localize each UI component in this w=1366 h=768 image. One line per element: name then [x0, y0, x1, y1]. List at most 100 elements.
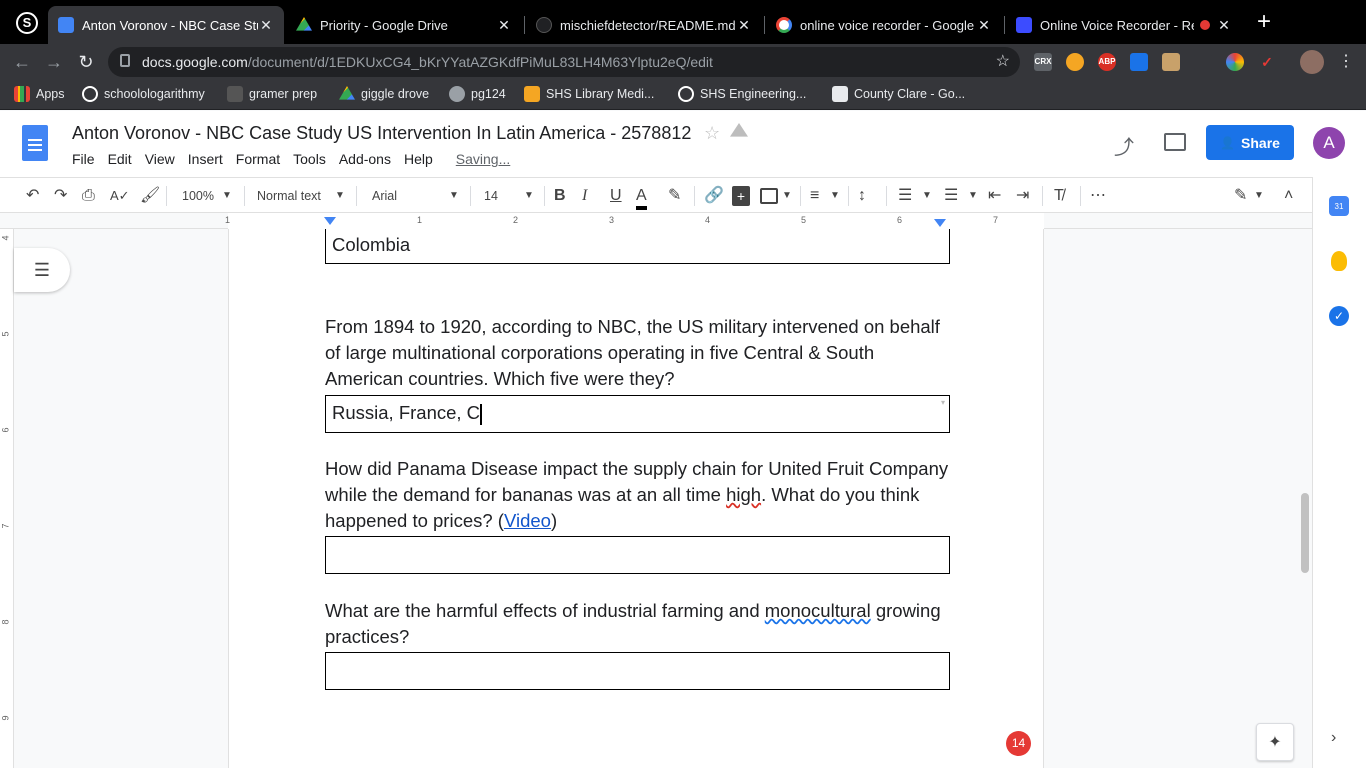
print-icon[interactable]: ⎙ [82, 186, 95, 206]
more-icon[interactable]: ⋯ [1090, 186, 1106, 206]
chevron-down-icon[interactable]: ▼ [524, 186, 534, 206]
bold-icon[interactable]: B [554, 186, 566, 206]
insert-image-icon[interactable] [760, 188, 778, 204]
chevron-down-icon[interactable]: ▼ [1254, 186, 1264, 206]
document-page[interactable]: Colombia From 1894 to 1920, according to… [228, 229, 1044, 768]
account-avatar[interactable]: A [1313, 127, 1345, 159]
menu-addons[interactable]: Add-ons [339, 151, 391, 167]
question-paragraph[interactable]: From 1894 to 1920, according to NBC, the… [325, 314, 951, 392]
bookmark-item[interactable]: County Clare - Go... [832, 86, 965, 102]
keep-icon[interactable] [1331, 251, 1347, 271]
menu-kebab-icon[interactable]: ⋮ [1336, 50, 1356, 74]
adblock-extension-icon[interactable]: ABP [1098, 53, 1116, 71]
bookmark-item[interactable]: SHS Library Medi... [524, 86, 654, 102]
close-icon[interactable]: ✕ [258, 17, 274, 34]
bookmark-item[interactable]: pg124 [449, 86, 506, 102]
tab-github[interactable]: mischiefdetector/README.md ✕ [526, 6, 762, 44]
numbered-list-icon[interactable]: ☰ [898, 186, 912, 206]
share-button[interactable]: 👤 Share [1206, 125, 1294, 160]
address-bar[interactable]: docs.google.com/document/d/1EDKUxCG4_bKr… [108, 47, 1020, 77]
editing-mode-icon[interactable]: ✎ [1234, 186, 1247, 206]
line-spacing-icon[interactable]: ↕ [858, 186, 866, 206]
style-select[interactable]: Normal text [257, 186, 321, 206]
question-paragraph[interactable]: How did Panama Disease impact the supply… [325, 456, 951, 534]
menu-edit[interactable]: Edit [108, 151, 132, 167]
activity-trend-icon[interactable]: ⤴ [1114, 131, 1134, 160]
check-extension-icon[interactable]: ✓ [1258, 53, 1276, 71]
back-icon[interactable]: ← [10, 50, 34, 74]
chevron-down-icon[interactable]: ▼ [335, 186, 345, 206]
font-size-select[interactable]: 14 [484, 186, 498, 206]
comment-count-badge[interactable]: 14 [1006, 731, 1031, 756]
menu-format[interactable]: Format [236, 151, 280, 167]
paint-format-icon[interactable]: 🖌 [140, 186, 160, 206]
reload-icon[interactable]: ↻ [74, 50, 98, 74]
bookmark-item[interactable]: SHS Engineering... [678, 86, 806, 102]
decrease-indent-icon[interactable]: ⇤ [988, 186, 1001, 206]
tasks-icon[interactable]: ✓ [1329, 306, 1349, 326]
increase-indent-icon[interactable]: ⇥ [1016, 186, 1029, 206]
profile-s-icon[interactable]: S [16, 12, 38, 34]
forward-icon[interactable]: → [42, 50, 66, 74]
bookmark-item[interactable]: schoolologarithmy [82, 86, 205, 102]
tab-docs[interactable]: Anton Voronov - NBC Case Stu ✕ [48, 6, 284, 44]
spelling-error[interactable]: high [726, 484, 761, 505]
close-icon[interactable]: ✕ [736, 17, 752, 34]
add-comment-icon[interactable]: + [732, 186, 750, 206]
menu-tools[interactable]: Tools [293, 151, 326, 167]
extension-icon[interactable] [1194, 53, 1212, 71]
document-title[interactable]: Anton Voronov - NBC Case Study US Interv… [72, 123, 691, 144]
calendar-icon[interactable]: 31 [1329, 196, 1349, 216]
tab-voice-recorder[interactable]: Online Voice Recorder - Re ✕ [1006, 6, 1242, 44]
menu-file[interactable]: File [72, 151, 95, 167]
answer-box[interactable]: Colombia [325, 229, 950, 264]
bookmark-apps[interactable]: Apps [14, 86, 65, 102]
chevron-down-icon[interactable]: ▼ [222, 186, 232, 206]
answer-box[interactable] [325, 652, 950, 690]
video-link[interactable]: Video [504, 510, 551, 531]
menu-insert[interactable]: Insert [188, 151, 223, 167]
close-icon[interactable]: ✕ [976, 17, 992, 34]
color-extension-icon[interactable] [1226, 53, 1244, 71]
zoom-select[interactable]: 100% [182, 186, 214, 206]
docs-logo-icon[interactable] [22, 125, 48, 161]
redo-icon[interactable]: ↷ [54, 186, 67, 206]
question-paragraph[interactable]: What are the harmful effects of industri… [325, 598, 951, 650]
tab-drive[interactable]: Priority - Google Drive ✕ [286, 6, 522, 44]
bookmark-item[interactable]: giggle drove [339, 86, 429, 102]
chevron-down-icon[interactable]: ▼ [968, 186, 978, 206]
extension-icon[interactable] [1130, 53, 1148, 71]
close-icon[interactable]: ✕ [496, 17, 512, 34]
font-select[interactable]: Arial [372, 186, 397, 206]
move-to-drive-icon[interactable] [730, 123, 748, 137]
close-icon[interactable]: ✕ [1216, 17, 1232, 34]
cell-menu-icon[interactable]: ▾ [941, 398, 945, 407]
comment-icon[interactable] [1164, 133, 1186, 151]
extension-icon[interactable] [1162, 53, 1180, 71]
undo-icon[interactable]: ↶ [26, 186, 39, 206]
chevron-down-icon[interactable]: ▼ [922, 186, 932, 206]
align-left-icon[interactable]: ≡ [810, 186, 819, 206]
clear-formatting-icon[interactable]: T̸ [1054, 186, 1064, 206]
collapse-chevron-icon[interactable]: ˄ [1284, 186, 1293, 206]
star-icon[interactable]: ☆ [704, 123, 720, 144]
text-color-icon[interactable]: A [636, 186, 647, 210]
scrollbar-thumb[interactable] [1301, 493, 1309, 573]
tab-google-search[interactable]: online voice recorder - Google ✕ [766, 6, 1002, 44]
crx-extension-icon[interactable]: CRX [1034, 53, 1052, 71]
menu-help[interactable]: Help [404, 151, 433, 167]
bookmark-star-icon[interactable]: ☆ [996, 51, 1010, 71]
expand-panel-chevron-icon[interactable]: › [1331, 729, 1336, 747]
link-icon[interactable]: 🔗 [704, 186, 724, 206]
chevron-down-icon[interactable]: ▼ [449, 186, 459, 206]
chevron-down-icon[interactable]: ▼ [830, 186, 840, 206]
menu-view[interactable]: View [145, 151, 175, 167]
grammar-suggestion[interactable]: monocultural [765, 600, 871, 621]
answer-box[interactable] [325, 536, 950, 574]
new-tab-button[interactable]: + [1252, 10, 1276, 34]
underline-icon[interactable]: U [610, 186, 622, 206]
document-outline-button[interactable]: ☰ [14, 248, 70, 292]
highlight-icon[interactable]: ✎ [668, 186, 681, 206]
vertical-scrollbar[interactable] [1298, 229, 1312, 768]
chevron-down-icon[interactable]: ▼ [782, 186, 792, 206]
